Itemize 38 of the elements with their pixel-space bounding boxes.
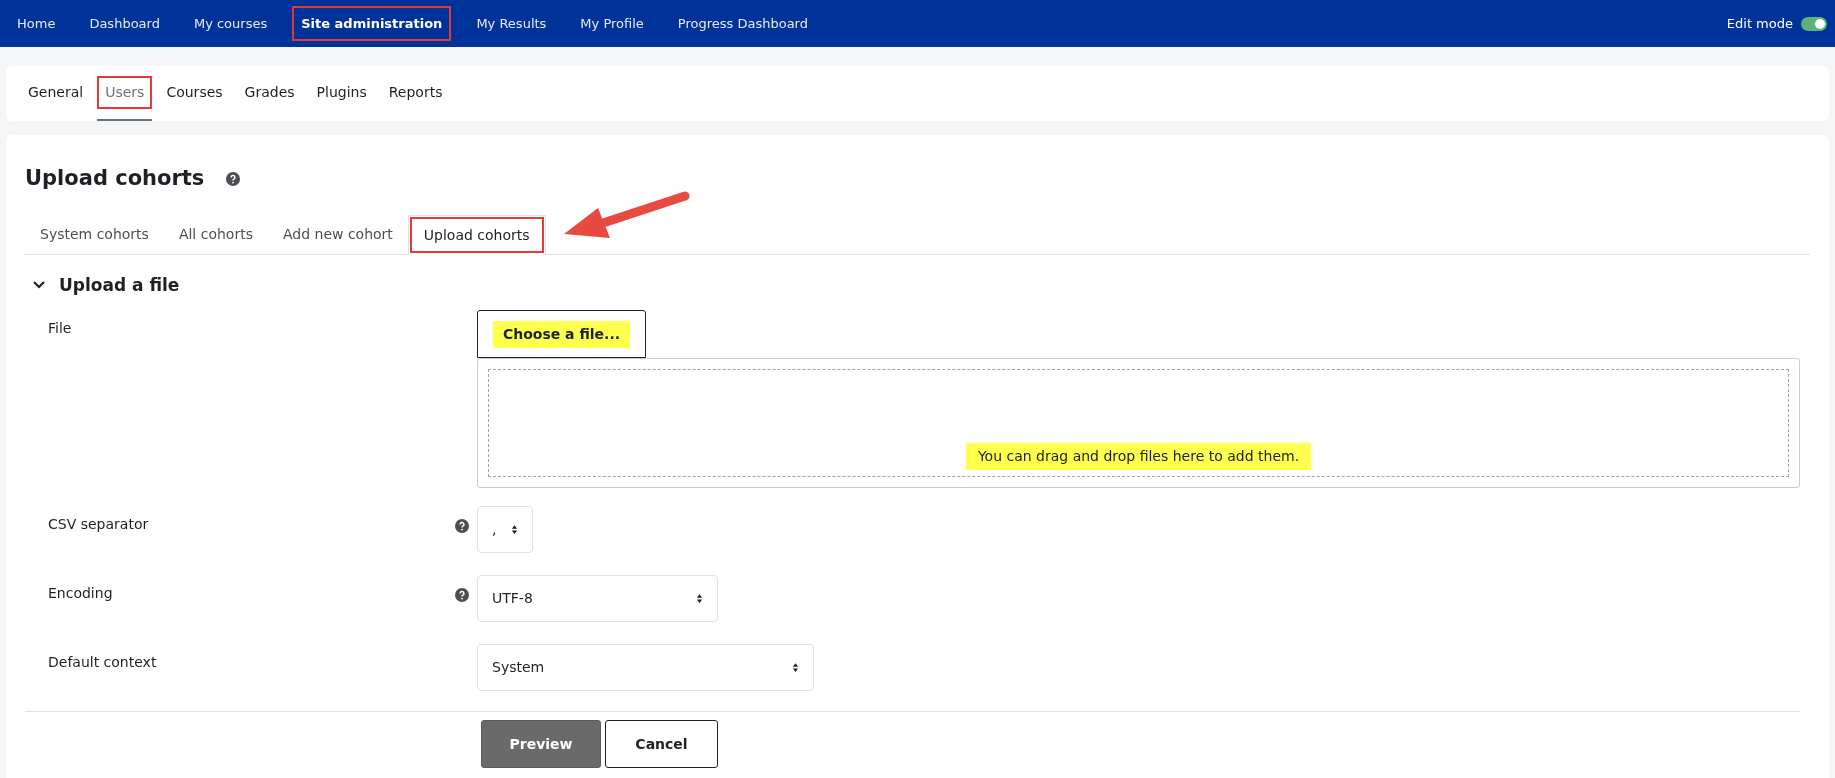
field-label: Default context (48, 654, 157, 670)
drop-hint: You can drag and drop files here to add them. (965, 443, 1312, 470)
drop-zone[interactable]: You can drag and drop files here to add them. (477, 358, 1800, 488)
field-label: CSV separator (48, 516, 149, 532)
edit-mode-label: Edit mode (1726, 14, 1793, 33)
cohort-tab[interactable]: System cohorts (25, 214, 164, 254)
help-icon (226, 171, 241, 186)
select-field[interactable]: System (477, 644, 814, 691)
page-title: Upload cohorts (25, 165, 205, 192)
field-label: File (48, 320, 72, 336)
nav-link[interactable]: Site administration (292, 5, 452, 42)
chevron-down-icon[interactable] (33, 281, 45, 290)
dropdown-caret-icon (792, 662, 799, 673)
cohort-tab[interactable]: Upload cohorts (407, 214, 546, 255)
dropdown-caret-icon (511, 524, 518, 535)
preview-button[interactable]: Preview (481, 720, 601, 768)
secondary-nav-tab[interactable]: Users (97, 76, 153, 109)
nav-link[interactable]: Progress Dashboard (668, 5, 817, 42)
nav-link[interactable]: My Profile (571, 5, 653, 42)
edit-mode-toggle[interactable] (1801, 16, 1827, 31)
nav-link[interactable]: My Results (467, 5, 556, 42)
secondary-nav-tab[interactable]: General (20, 76, 92, 109)
secondary-nav-tab[interactable]: Reports (380, 76, 451, 109)
secondary-nav-tab[interactable]: Courses (158, 76, 231, 109)
cohort-tab[interactable]: Add new cohort (267, 214, 408, 254)
select-field[interactable]: UTF-8 (477, 575, 718, 622)
dropdown-caret-icon (696, 593, 703, 604)
section-title: Upload a file (59, 273, 180, 297)
nav-link[interactable]: Home (8, 5, 65, 42)
secondary-nav-tab[interactable]: Grades (236, 76, 303, 109)
field-label: Encoding (48, 585, 113, 601)
nav-link[interactable]: My courses (184, 5, 277, 42)
select-field[interactable]: , (477, 506, 533, 553)
nav-link[interactable]: Dashboard (80, 5, 169, 42)
secondary-nav-tab[interactable]: Plugins (308, 76, 375, 109)
choose-file-button[interactable]: Choose a file... (492, 320, 631, 348)
cohort-tab[interactable]: All cohorts (163, 214, 268, 254)
cancel-button[interactable]: Cancel (605, 720, 718, 768)
